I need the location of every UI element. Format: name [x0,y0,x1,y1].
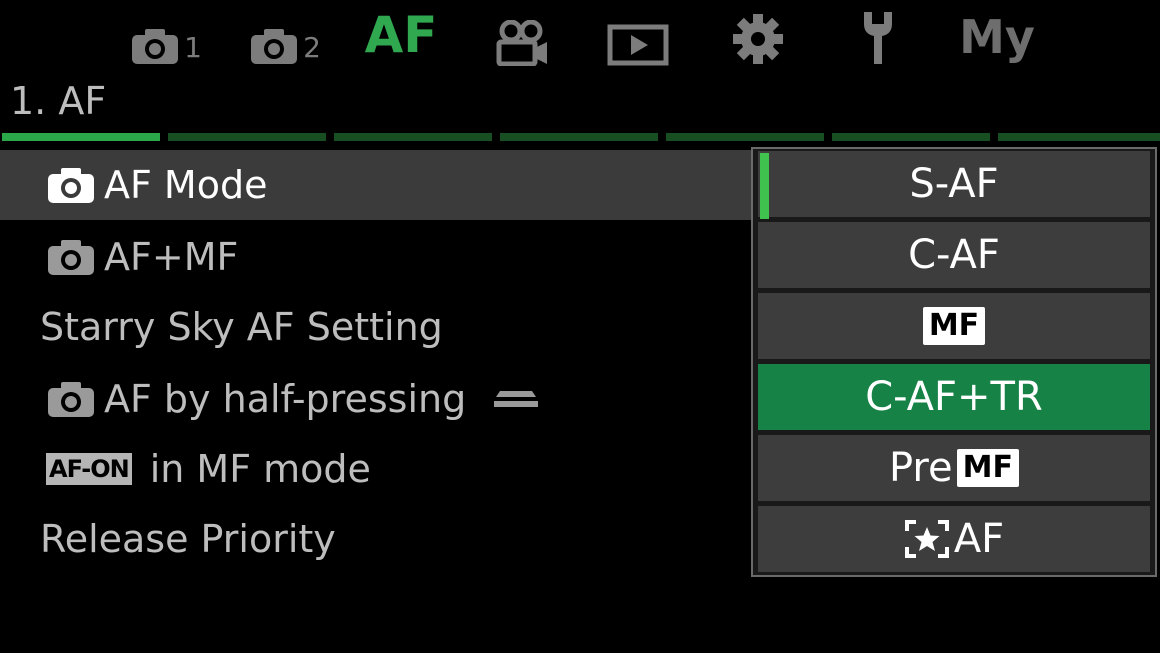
menu-item-label: AF+MF [104,235,239,279]
tab-shooting-menu-2[interactable]: 2 [245,6,325,66]
camera-icon [48,168,94,203]
tab-video-menu[interactable] [490,6,554,66]
af-mode-dropdown: S-AF C-AF MF C-AF+TR Pre MF AF [751,147,1157,577]
video-camera-icon [496,20,547,66]
option-mf[interactable]: MF [758,293,1150,359]
menu-item-af-mode[interactable]: AF Mode [0,150,752,220]
option-label: AF [953,516,1005,562]
menu-item-af-half-press[interactable]: AF by half-pressing [0,364,752,434]
option-c-af[interactable]: C-AF [758,222,1150,288]
camera-icon [251,29,298,64]
camera-icon [132,29,179,64]
page-indicator-segment [666,133,824,141]
tab-af-label: AF [364,6,438,64]
tab-custom-menu[interactable] [728,6,788,66]
option-pre-mf[interactable]: Pre MF [758,435,1150,501]
tab-number: 1 [184,31,202,64]
camera-icon [48,382,94,417]
starry-sky-icon [904,520,949,558]
mf-badge: MF [956,449,1019,487]
menu-tab-bar: 1 2 AF My [0,0,1160,72]
tab-playback-menu[interactable] [606,6,670,66]
menu-item-af-mf[interactable]: AF+MF [0,222,752,292]
tab-shooting-menu-1[interactable]: 1 [126,6,206,66]
menu-item-label: in MF mode [149,447,371,491]
menu-item-release-priority[interactable]: Release Priority [0,504,752,574]
mf-badge: MF [922,307,986,345]
page-indicator-segment [832,133,990,141]
gear-icon [733,14,783,64]
option-label: C-AF+TR [865,374,1043,420]
tab-number: 2 [303,31,321,64]
page-indicator-segment [500,133,658,141]
wrench-icon [864,12,892,64]
tab-setup-menu[interactable] [852,6,904,66]
tab-my-menu[interactable]: My [955,6,1039,66]
page-indicator-segment [168,133,326,141]
option-starry-sky-af[interactable]: AF [758,506,1150,572]
menu-item-label: Release Priority [40,517,336,561]
section-title: 1. AF [10,79,107,123]
menu-item-starry-sky-af[interactable]: Starry Sky AF Setting [0,292,752,362]
option-label: S-AF [909,161,999,207]
tab-my-label: My [959,10,1035,64]
menu-item-af-on-mf[interactable]: AF-ON in MF mode [0,434,752,504]
af-on-badge: AF-ON [46,453,132,485]
option-c-af-tr[interactable]: C-AF+TR [758,364,1150,430]
page-indicator-segment [998,133,1160,141]
camera-icon [48,240,94,275]
menu-item-label: AF Mode [104,163,268,207]
page-indicator-segment [334,133,492,141]
option-label: C-AF [908,232,1000,278]
tab-af-menu[interactable]: AF [360,6,442,66]
option-prefix: Pre [889,445,953,491]
half-press-icon [494,391,539,407]
page-indicator-segment [2,133,160,141]
menu-item-label: AF by half-pressing [104,377,467,421]
play-icon [607,24,669,66]
menu-item-label: Starry Sky AF Setting [40,305,443,349]
option-s-af[interactable]: S-AF [758,151,1150,219]
